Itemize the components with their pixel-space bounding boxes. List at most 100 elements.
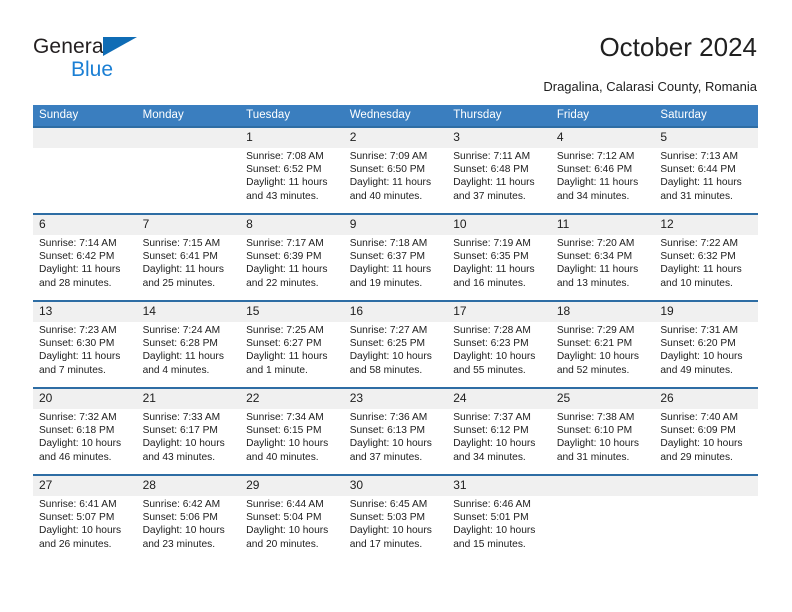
day-sunrise-text: Sunrise: 7:08 AM	[246, 151, 324, 162]
day-sunrise-text: Sunrise: 7:31 AM	[660, 325, 738, 336]
day-daylight-text: Daylight: 10 hours	[246, 438, 329, 450]
day-number[interactable]: 29	[240, 476, 344, 496]
day-number[interactable]: 14	[136, 302, 241, 322]
day-daylight-text: Daylight: 11 hours	[349, 264, 432, 276]
day-sunset-text: Sunset: 6:52 PM	[246, 164, 322, 176]
day-number[interactable]: 10	[447, 215, 551, 235]
day-sunrise-text: Sunrise: 6:45 AM	[349, 499, 428, 510]
day-details: Sunrise: 7:34 AM Sunset: 6:15 PM Daylight:…	[240, 409, 344, 475]
day-sunrise-text: Sunrise: 7:22 AM	[660, 238, 738, 249]
day-sunset-text: Sunset: 6:21 PM	[556, 338, 633, 350]
day-number[interactable]: 15	[240, 302, 344, 322]
day-daylight-text: Daylight: 10 hours	[39, 438, 122, 450]
day-number[interactable]: 25	[550, 389, 655, 409]
day-daylight-text: Daylight: 11 hours	[660, 264, 742, 276]
day-daylight-text: Daylight: 10 hours	[142, 525, 225, 537]
day-sunset-text: Sunset: 6:25 PM	[349, 338, 426, 350]
week-daynumber-row: 12345	[33, 128, 758, 148]
day-sunset-text: Sunset: 6:32 PM	[660, 251, 736, 263]
day-daylight-text: and 55 minutes.	[453, 364, 526, 376]
day-number[interactable]: 27	[33, 476, 137, 496]
calendar-body: 1 2 3 4 5 Sunrise: 7:08 AM Sunset: 6:52 PM Dayl…	[33, 126, 758, 561]
day-sunset-text: Sunset: 6:18 PM	[39, 425, 115, 437]
day-sunrise-text: Sunrise: 7:37 AM	[453, 412, 531, 423]
day-daylight-text: and 31 minutes.	[660, 190, 733, 202]
day-daylight-text: Daylight: 10 hours	[660, 351, 743, 363]
day-sunset-text: Sunset: 6:09 PM	[660, 425, 736, 437]
day-number[interactable]: 26	[654, 389, 758, 409]
day-number[interactable]: 1	[240, 128, 344, 148]
day-sunrise-text: Sunrise: 7:36 AM	[349, 412, 428, 423]
day-daylight-text: and 13 minutes.	[556, 277, 630, 289]
day-sunrise-text: Sunrise: 7:27 AM	[349, 325, 428, 336]
day-daylight-text: and 26 minutes.	[39, 538, 112, 550]
day-details: Sunrise: 7:36 AM Sunset: 6:13 PM Daylight:…	[343, 409, 448, 475]
day-daylight-text: and 43 minutes.	[246, 190, 319, 202]
day-daylight-text: Daylight: 11 hours	[453, 177, 535, 189]
day-sunrise-text: Sunrise: 7:18 AM	[349, 238, 428, 249]
day-details: Sunrise: 7:23 AM Sunset: 6:30 PM Daylight:…	[33, 322, 137, 388]
day-number-empty	[654, 476, 758, 496]
day-number[interactable]: 19	[654, 302, 758, 322]
day-details: Sunrise: 7:27 AM Sunset: 6:25 PM Daylight:…	[343, 322, 448, 388]
day-sunrise-text: Sunrise: 7:09 AM	[349, 151, 428, 162]
day-number[interactable]: 20	[33, 389, 137, 409]
sunrise-sunset-calendar-table: Sunday Monday Tuesday Wednesday Thursday…	[33, 105, 758, 561]
day-daylight-text: and 7 minutes.	[39, 364, 106, 376]
day-number[interactable]: 8	[240, 215, 344, 235]
day-number[interactable]: 23	[343, 389, 448, 409]
day-number[interactable]: 6	[33, 215, 137, 235]
day-daylight-text: and 37 minutes.	[349, 451, 423, 463]
day-sunset-text: Sunset: 6:10 PM	[556, 425, 633, 437]
day-details: Sunrise: 7:32 AM Sunset: 6:18 PM Daylight:…	[33, 409, 137, 475]
day-number[interactable]: 24	[447, 389, 551, 409]
day-number[interactable]: 12	[654, 215, 758, 235]
day-daylight-text: Daylight: 11 hours	[246, 264, 328, 276]
day-details: Sunrise: 7:31 AM Sunset: 6:20 PM Daylight:…	[654, 322, 758, 388]
day-number[interactable]: 18	[550, 302, 655, 322]
day-sunrise-text: Sunrise: 6:46 AM	[453, 499, 531, 510]
day-number[interactable]: 4	[550, 128, 655, 148]
week-details-row: Sunrise: 6:41 AM Sunset: 5:07 PM Daylight:…	[33, 496, 758, 561]
day-sunset-text: Sunset: 6:35 PM	[453, 251, 529, 263]
day-daylight-text: Daylight: 11 hours	[556, 177, 639, 189]
day-number[interactable]: 7	[136, 215, 241, 235]
week-details-row: Sunrise: 7:14 AM Sunset: 6:42 PM Daylight:…	[33, 235, 758, 301]
day-daylight-text: Daylight: 10 hours	[39, 525, 122, 537]
day-sunrise-text: Sunrise: 7:38 AM	[556, 412, 635, 423]
day-number[interactable]: 11	[550, 215, 655, 235]
day-sunrise-text: Sunrise: 6:44 AM	[246, 499, 324, 510]
day-number[interactable]: 28	[136, 476, 241, 496]
day-daylight-text: and 20 minutes.	[246, 538, 319, 550]
day-sunrise-text: Sunrise: 7:12 AM	[556, 151, 635, 162]
day-number[interactable]: 2	[343, 128, 448, 148]
day-details: Sunrise: 6:41 AM Sunset: 5:07 PM Daylight:…	[33, 496, 137, 561]
day-number[interactable]: 22	[240, 389, 344, 409]
day-sunset-text: Sunset: 6:30 PM	[39, 338, 115, 350]
day-sunset-text: Sunset: 6:50 PM	[349, 164, 426, 176]
day-daylight-text: and 29 minutes.	[660, 451, 733, 463]
day-number[interactable]: 16	[343, 302, 448, 322]
day-sunrise-text: Sunrise: 7:33 AM	[142, 412, 221, 423]
day-number[interactable]: 31	[447, 476, 551, 496]
day-number[interactable]: 17	[447, 302, 551, 322]
day-sunrise-text: Sunrise: 7:20 AM	[556, 238, 635, 249]
day-sunset-text: Sunset: 5:06 PM	[142, 512, 218, 524]
day-number[interactable]: 3	[447, 128, 551, 148]
day-sunrise-text: Sunrise: 7:34 AM	[246, 412, 324, 423]
day-sunrise-text: Sunrise: 7:13 AM	[660, 151, 738, 162]
day-sunrise-text: Sunrise: 7:32 AM	[39, 412, 117, 423]
day-sunset-text: Sunset: 5:07 PM	[39, 512, 115, 524]
day-daylight-text: and 37 minutes.	[453, 190, 526, 202]
day-number[interactable]: 13	[33, 302, 137, 322]
day-number[interactable]: 30	[343, 476, 448, 496]
day-daylight-text: Daylight: 10 hours	[556, 438, 639, 450]
logo-text-blue: Blue	[71, 58, 114, 81]
day-number[interactable]: 21	[136, 389, 241, 409]
day-details-empty	[33, 148, 137, 214]
day-number[interactable]: 9	[343, 215, 448, 235]
day-sunset-text: Sunset: 5:03 PM	[349, 512, 426, 524]
day-number[interactable]: 5	[654, 128, 758, 148]
day-sunrise-text: Sunrise: 6:41 AM	[39, 499, 117, 510]
day-sunrise-text: Sunrise: 7:28 AM	[453, 325, 531, 336]
